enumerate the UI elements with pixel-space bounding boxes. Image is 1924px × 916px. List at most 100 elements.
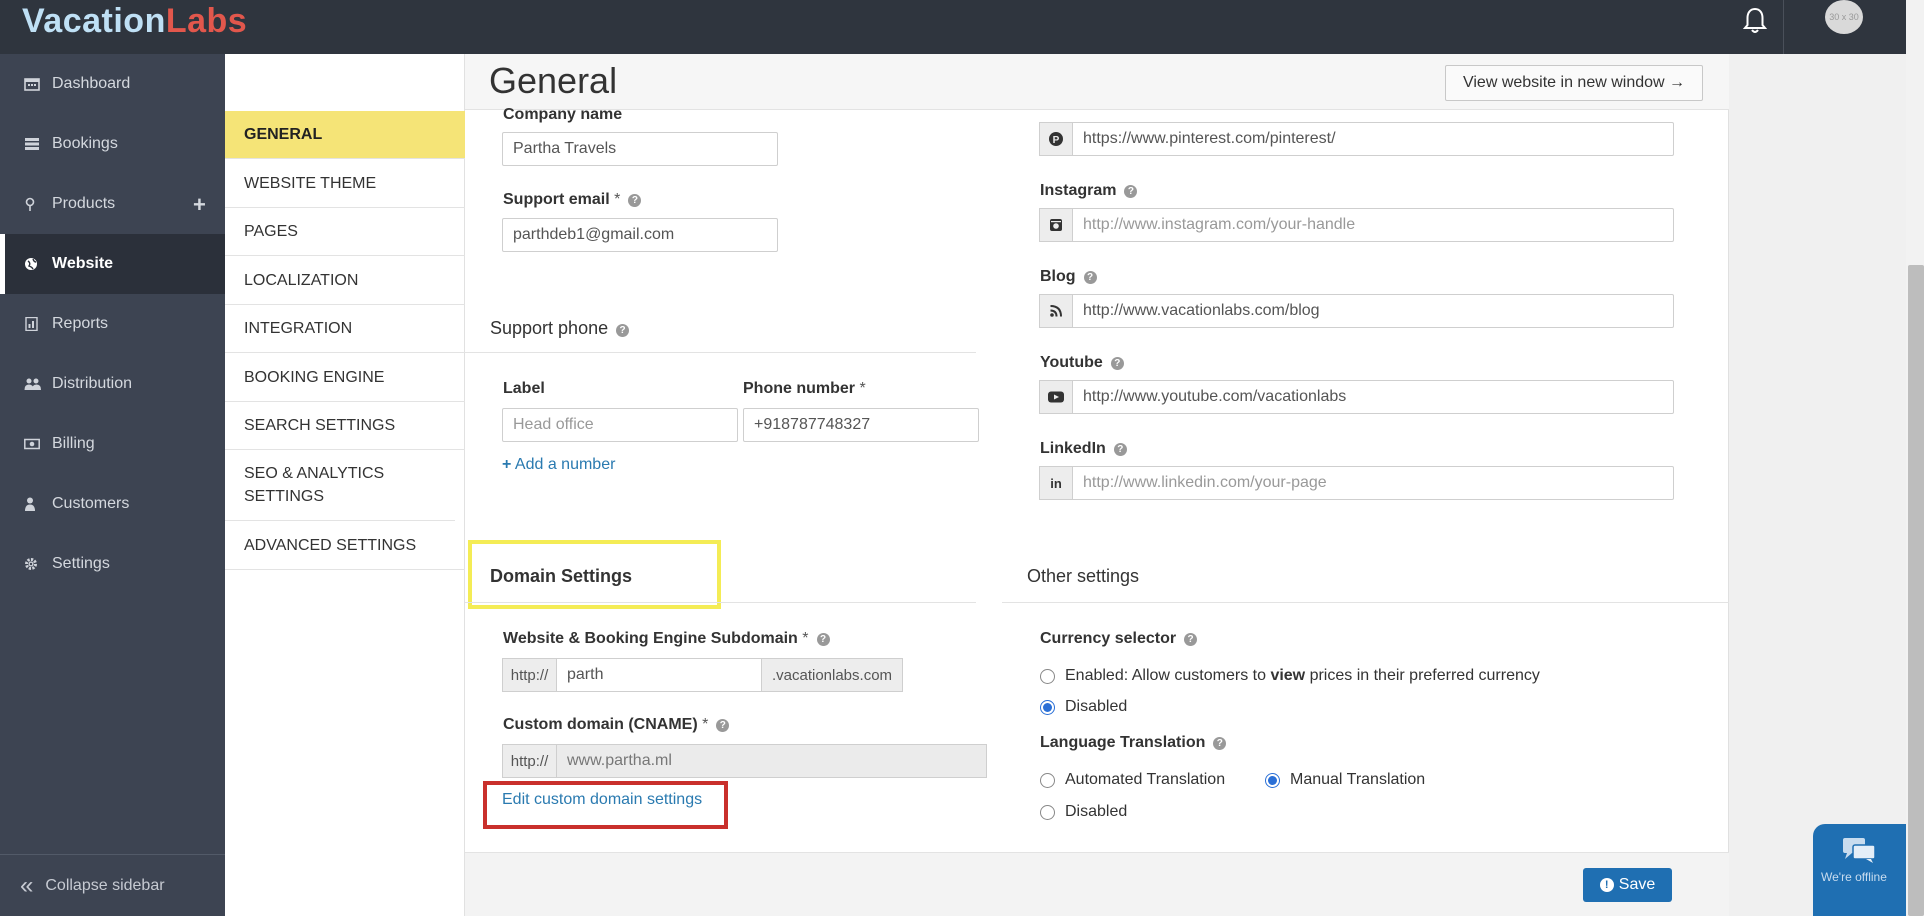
- submenu-item-pages[interactable]: PAGES: [225, 208, 465, 256]
- notifications-bell-icon[interactable]: [1742, 6, 1768, 36]
- translation-disabled-label: Disabled: [1065, 803, 1128, 820]
- sidebar-item-bookings[interactable]: Bookings: [0, 120, 225, 168]
- main-sidebar: Dashboard Bookings Products + Website Re…: [0, 54, 225, 916]
- sidebar-item-website[interactable]: Website: [0, 234, 225, 294]
- view-website-button[interactable]: View website in new window →: [1445, 65, 1703, 101]
- chat-status-text: We're offline: [1821, 870, 1887, 884]
- submenu-label: LOCALIZATION: [244, 271, 359, 289]
- support-email-field[interactable]: parthdeb1@gmail.com: [502, 218, 778, 252]
- manual-translation-radio[interactable]: [1265, 773, 1280, 788]
- exclamation-icon: !: [1599, 878, 1614, 892]
- company-name-label: Company name: [503, 106, 623, 123]
- sidebar-item-label: Reports: [52, 315, 109, 332]
- sidebar-item-reports[interactable]: Reports: [0, 300, 225, 348]
- sidebar-item-label: Billing: [52, 435, 95, 452]
- form-footer: [465, 852, 1729, 916]
- sidebar-item-label: Settings: [52, 555, 110, 572]
- help-icon[interactable]: ?: [1110, 357, 1124, 370]
- submenu-item-integration[interactable]: INTEGRATION: [225, 305, 465, 353]
- top-bar: VacationLabs 30 x 30: [0, 0, 1924, 54]
- scrollbar-thumb[interactable]: [1908, 265, 1924, 916]
- submenu-item-booking-engine[interactable]: BOOKING ENGINE: [225, 353, 465, 402]
- sidebar-item-products[interactable]: Products +: [0, 180, 225, 228]
- sidebar-item-customers[interactable]: Customers: [0, 480, 225, 528]
- svg-text:P: P: [1053, 135, 1060, 146]
- sidebar-item-dashboard[interactable]: Dashboard: [0, 60, 225, 108]
- submenu-label: SEARCH SETTINGS: [244, 417, 396, 434]
- submenu-item-advanced-settings[interactable]: ADVANCED SETTINGS: [225, 521, 465, 570]
- divider: [465, 602, 976, 603]
- add-product-plus-icon[interactable]: +: [193, 192, 206, 218]
- submenu-item-search-settings[interactable]: SEARCH SETTINGS: [225, 402, 465, 450]
- submenu-item-seo-analytics[interactable]: SEO & ANALYTICS SETTINGS: [225, 450, 455, 521]
- submenu-label: SEO & ANALYTICS SETTINGS: [244, 465, 385, 505]
- support-email-label: Support email *?: [503, 191, 642, 209]
- sidebar-item-label: Website: [52, 255, 114, 272]
- help-icon[interactable]: ?: [628, 194, 642, 207]
- blog-url-field[interactable]: http://www.vacationlabs.com/blog: [1072, 294, 1674, 328]
- sidebar-item-billing[interactable]: Billing: [0, 420, 225, 468]
- submenu-item-general[interactable]: GENERAL: [225, 111, 465, 159]
- currency-selector-label: Currency selector?: [1040, 630, 1198, 648]
- other-settings-heading: Other settings: [1027, 566, 1140, 586]
- avatar[interactable]: 30 x 30: [1825, 0, 1863, 34]
- help-icon[interactable]: ?: [1083, 271, 1097, 284]
- rss-icon: [1039, 294, 1073, 328]
- company-name-field[interactable]: Partha Travels: [502, 132, 778, 166]
- submenu-label: ADVANCED SETTINGS: [244, 536, 417, 554]
- submenu-label: BOOKING ENGINE: [244, 368, 385, 386]
- topbar-divider: [1783, 0, 1784, 54]
- add-number-link[interactable]: + Add a number: [502, 456, 615, 474]
- logo-text-labs: Labs: [165, 2, 248, 40]
- edit-custom-domain-link[interactable]: Edit custom domain settings: [502, 791, 702, 809]
- globe-icon: [24, 257, 40, 271]
- help-icon[interactable]: ?: [716, 719, 730, 732]
- pinterest-url-field[interactable]: https://www.pinterest.com/pinterest/: [1072, 122, 1674, 156]
- currency-enabled-radio[interactable]: [1040, 669, 1055, 684]
- sidebar-item-label: Dashboard: [52, 75, 131, 92]
- youtube-icon: [1039, 380, 1073, 414]
- youtube-url-field[interactable]: http://www.youtube.com/vacationlabs: [1072, 380, 1674, 414]
- collapse-sidebar-button[interactable]: « Collapse sidebar: [0, 854, 225, 916]
- automated-translation-label: Automated Translation: [1065, 771, 1226, 788]
- custom-domain-field: www.partha.ml: [556, 744, 987, 778]
- linkedin-url-field[interactable]: http://www.linkedin.com/your-page: [1072, 466, 1674, 500]
- phone-number-label: Phone number *: [743, 380, 866, 397]
- sidebar-item-settings[interactable]: Settings: [0, 540, 225, 588]
- sidebar-item-distribution[interactable]: Distribution: [0, 360, 225, 408]
- phone-number-field[interactable]: +918787748327: [743, 408, 979, 442]
- save-label: Save: [1618, 876, 1656, 893]
- save-button[interactable]: ! Save: [1583, 868, 1672, 902]
- users-icon: [24, 377, 41, 391]
- subdomain-field[interactable]: parth: [556, 658, 762, 692]
- help-icon[interactable]: ?: [1184, 633, 1198, 646]
- chat-widget[interactable]: We're offline: [1813, 824, 1906, 916]
- help-icon[interactable]: ?: [616, 324, 630, 337]
- logo[interactable]: VacationLabs: [22, 2, 247, 41]
- automated-translation-radio[interactable]: [1040, 773, 1055, 788]
- sidebar-item-label: Distribution: [52, 375, 133, 392]
- submenu-label: PAGES: [244, 223, 298, 240]
- help-icon[interactable]: ?: [1113, 443, 1127, 456]
- calendar-icon: [24, 77, 40, 91]
- linkedin-icon: in: [1039, 466, 1073, 500]
- subdomain-prefix: http://: [502, 658, 557, 692]
- domain-settings-heading: Domain Settings: [490, 566, 633, 586]
- help-icon[interactable]: ?: [1124, 185, 1138, 198]
- help-icon[interactable]: ?: [816, 633, 830, 646]
- page-title: General: [489, 60, 618, 101]
- phone-label-field[interactable]: Head office: [502, 408, 738, 442]
- instagram-url-field[interactable]: http://www.instagram.com/your-handle: [1072, 208, 1674, 242]
- manual-translation-label: Manual Translation: [1290, 771, 1426, 788]
- svg-text:in: in: [1050, 476, 1062, 491]
- blog-label: Blog?: [1040, 268, 1097, 286]
- help-icon[interactable]: ?: [1213, 737, 1227, 750]
- submenu-label: GENERAL: [244, 126, 323, 143]
- submenu-item-localization[interactable]: LOCALIZATION: [225, 256, 465, 305]
- subdomain-suffix: .vacationlabs.com: [761, 658, 903, 692]
- submenu-item-website-theme[interactable]: WEBSITE THEME: [225, 159, 465, 208]
- page-header: General View website in new window →: [465, 54, 1729, 110]
- currency-disabled-radio[interactable]: [1040, 700, 1055, 715]
- user-icon: [24, 497, 40, 511]
- translation-disabled-radio[interactable]: [1040, 805, 1055, 820]
